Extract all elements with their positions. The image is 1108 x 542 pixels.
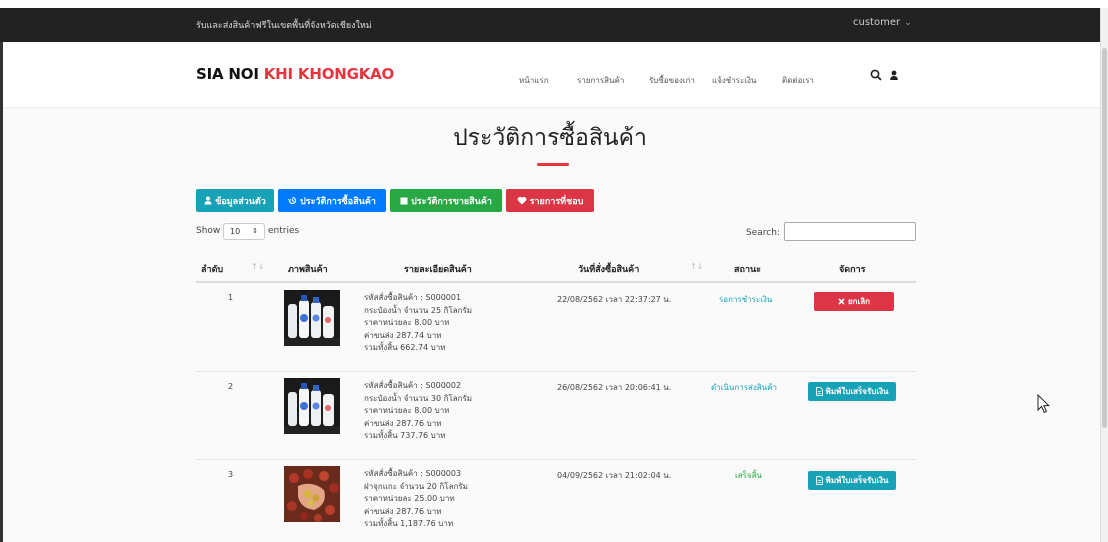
unit-price: ราคาหน่วยละ 8.00 บาท	[364, 406, 450, 416]
cancel-order-label: ยกเลิก	[847, 297, 870, 306]
column-header-order-date[interactable]: วันที่สั่งซื้อสินค้า	[578, 262, 639, 276]
product-image	[284, 378, 340, 434]
nav-item-products[interactable]: รายการสินค้า	[577, 74, 624, 87]
shipping-cost: ค่าขนส่ง 287.76 บาท	[364, 418, 442, 428]
page-title: ประวัติการซื้อสินค้า	[453, 125, 647, 151]
order-code: รหัสสั่งซื้อสินค้า : S000002	[364, 381, 462, 390]
search-input[interactable]	[784, 222, 916, 241]
tab-favorites-label: รายการที่ชอบ	[529, 196, 584, 207]
search-label: Search:	[746, 228, 780, 238]
unit-price: ราคาหน่วยละ 25.00 บาท	[364, 494, 455, 504]
row-number: 2	[228, 382, 234, 391]
order-code: รหัสสั่งซื้อสินค้า : S000001	[364, 293, 462, 302]
tab-purchase-history[interactable]: ประวัติการซื้อสินค้า	[278, 189, 386, 212]
shipping-cost: ค่าขนส่ง 287.76 บาท	[364, 506, 442, 516]
print-receipt-label: พิมพ์ใบเสร็จรับเงิน	[825, 387, 889, 396]
entries-select-value: 10	[230, 227, 241, 236]
browser-viewport: รับและส่งสินค้าฟรีในเขตพื้นที่จังหวัดเชี…	[0, 0, 1108, 542]
mouse-cursor-icon	[1037, 394, 1051, 414]
order-details: รหัสสั่งซื้อสินค้า : S000002 กระป๋องน้ำ …	[364, 380, 472, 443]
nav-item-buy-used[interactable]: รับซื้อของเก่า	[649, 74, 695, 87]
tab-profile[interactable]: ข้อมูลส่วนตัว	[196, 189, 274, 212]
column-header-actions[interactable]: จัดการ	[839, 262, 865, 276]
select-arrow-icon: ⇕	[252, 227, 258, 235]
order-date: 04/09/2562 เวลา 21:02:04 น.	[557, 471, 672, 480]
file-icon	[815, 476, 823, 485]
site-logo[interactable]: SIA NOI KHI KHONGKAO	[196, 65, 394, 83]
logo-accent-text: KHI KHONGKAO	[263, 65, 395, 83]
unit-price: ราคาหน่วยละ 8.00 บาท	[364, 318, 450, 328]
sort-icon[interactable]: ↑↓	[251, 262, 264, 271]
tab-profile-label: ข้อมูลส่วนตัว	[215, 196, 266, 207]
row-number: 1	[228, 293, 234, 302]
shipping-cost: ค่าขนส่ง 287.74 บาท	[364, 330, 442, 340]
column-header-details[interactable]: รายละเอียดสินค้า	[404, 262, 472, 276]
logo-main-text: SIA NOI	[196, 65, 259, 83]
status-badge: รอการชำระเงิน	[719, 295, 773, 304]
user-menu[interactable]: customer ⌄	[853, 17, 912, 28]
user-icon[interactable]	[887, 68, 901, 82]
order-details: รหัสสั่งซื้อสินค้า : S000001 กระป๋องน้ำ …	[364, 292, 472, 355]
row-divider	[196, 371, 916, 372]
column-header-status[interactable]: สถานะ	[734, 262, 761, 276]
order-details: รหัสสั่งซื้อสินค้า : S000003 ฝาจุกแกะ จำ…	[364, 468, 468, 531]
cancel-order-button[interactable]: ยกเลิก	[814, 292, 894, 311]
order-total: รวมทั้งสิ้น 737.76 บาท	[364, 431, 446, 441]
product-image	[284, 290, 340, 346]
sort-icon[interactable]: ↑↓	[690, 262, 703, 271]
search-icon[interactable]	[869, 68, 883, 82]
square-icon	[400, 197, 408, 204]
order-total: รวมทั้งสิ้น 1,187.76 บาท	[364, 519, 454, 529]
tab-sales-history[interactable]: ประวัติการขายสินค้า	[390, 189, 502, 212]
order-item: ฝาจุกแกะ จำนวน 20 กิโลกรัม	[364, 481, 468, 491]
nav-item-home[interactable]: หน้าแรก	[519, 74, 549, 87]
column-header-no[interactable]: ลำดับ	[201, 262, 223, 276]
main-navbar: SIA NOI KHI KHONGKAO หน้าแรก รายการสินค้…	[3, 42, 1100, 108]
user-icon	[204, 196, 212, 205]
vertical-scrollbar[interactable]	[1100, 8, 1108, 542]
order-date: 22/08/2562 เวลา 22:37:27 น.	[557, 295, 672, 304]
row-number: 3	[228, 470, 234, 479]
page-content	[3, 109, 1100, 542]
show-label: Show	[196, 226, 221, 236]
times-icon	[838, 298, 845, 305]
scrollbar-thumb[interactable]	[1102, 48, 1107, 428]
order-total: รวมทั้งสิ้น 662.74 บาท	[364, 343, 446, 353]
table-header-divider	[196, 281, 916, 283]
history-icon	[288, 196, 297, 205]
promo-text: รับและส่งสินค้าฟรีในเขตพื้นที่จังหวัดเชี…	[196, 21, 372, 31]
heart-icon	[517, 196, 526, 205]
nav-item-payment[interactable]: แจ้งชำระเงิน	[712, 74, 756, 87]
status-badge: ดำเนินการส่งสินค้า	[711, 383, 777, 392]
file-icon	[815, 387, 823, 396]
entries-select[interactable]: 10 ⇕	[223, 223, 265, 240]
row-divider	[196, 459, 916, 460]
product-image	[284, 466, 340, 522]
tab-purchase-history-label: ประวัติการซื้อสินค้า	[300, 196, 376, 207]
title-divider	[537, 163, 569, 166]
print-receipt-button[interactable]: พิมพ์ใบเสร็จรับเงิน	[808, 471, 896, 490]
order-date: 26/08/2562 เวลา 20:06:41 น.	[557, 383, 672, 392]
status-badge: เสร็จสิ้น	[735, 471, 762, 480]
top-bar: รับและส่งสินค้าฟรีในเขตพื้นที่จังหวัดเชี…	[0, 8, 1100, 42]
print-receipt-button[interactable]: พิมพ์ใบเสร็จรับเงิน	[808, 382, 896, 401]
order-item: กระป๋องน้ำ จำนวน 25 กิโลกรัม	[364, 305, 473, 315]
column-header-image[interactable]: ภาพสินค้า	[288, 262, 328, 276]
nav-item-contact[interactable]: ติดต่อเรา	[782, 74, 814, 87]
order-item: กระป๋องน้ำ จำนวน 30 กิโลกรัม	[364, 393, 473, 403]
tab-favorites[interactable]: รายการที่ชอบ	[506, 189, 594, 212]
entries-label: entries	[268, 226, 300, 236]
tab-sales-history-label: ประวัติการขายสินค้า	[411, 196, 492, 207]
print-receipt-label: พิมพ์ใบเสร็จรับเงิน	[825, 476, 889, 485]
order-code: รหัสสั่งซื้อสินค้า : S000003	[364, 469, 462, 478]
user-menu-label: customer	[853, 17, 901, 28]
chevron-down-icon: ⌄	[904, 18, 912, 28]
